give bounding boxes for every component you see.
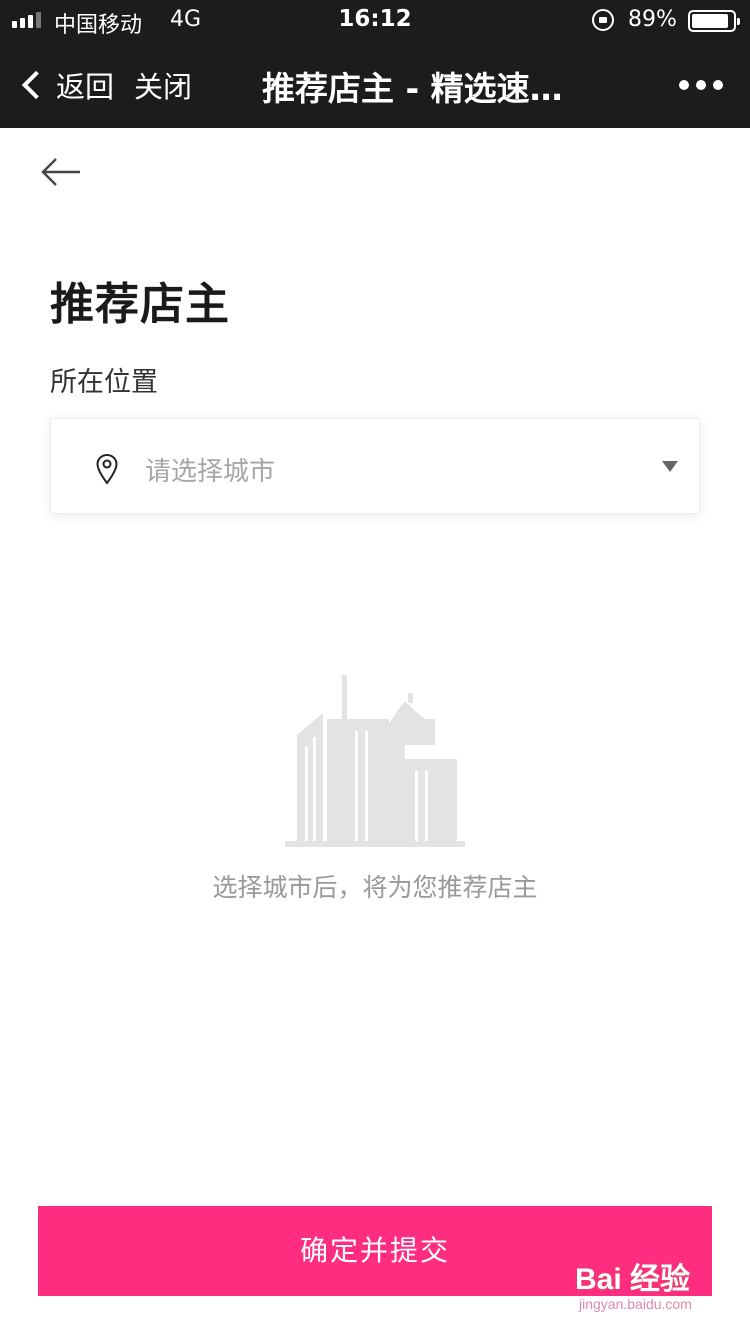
watermark-url: jingyan.baidu.com xyxy=(579,1296,692,1312)
baidu-jingyan-watermark: Bai 经验 jingyan.baidu.com xyxy=(575,1248,715,1318)
nav-bar: 返回 关闭 推荐店主 - 精选速… xyxy=(0,40,750,128)
city-buildings-icon xyxy=(285,675,465,847)
rotation-lock-icon xyxy=(592,9,614,31)
more-dot-icon xyxy=(679,80,689,90)
nav-title: 推荐店主 - 精选速… xyxy=(262,69,563,108)
more-dot-icon xyxy=(713,80,723,90)
location-label: 所在位置 xyxy=(50,367,158,398)
nav-close-button[interactable]: 关闭 xyxy=(134,64,192,106)
watermark-logo: Bai 经验 xyxy=(575,1263,691,1296)
status-bar: 中国移动 4G 16:12 89% xyxy=(0,0,750,40)
battery-fill xyxy=(692,14,728,28)
more-menu-button[interactable] xyxy=(679,80,723,90)
location-pin-icon xyxy=(96,453,118,485)
battery-icon xyxy=(688,10,740,32)
app-header: 中国移动 4G 16:12 89% 返回 关闭 推荐店主 - 精选速… xyxy=(0,0,750,128)
chevron-left-icon xyxy=(21,70,51,100)
city-select-placeholder: 请选择城市 xyxy=(145,457,276,487)
page-title: 推荐店主 xyxy=(50,279,230,330)
battery-percent: 89% xyxy=(628,7,677,32)
caret-down-icon xyxy=(662,461,678,472)
more-dot-icon xyxy=(696,80,706,90)
empty-state-hint: 选择城市后，将为您推荐店主 xyxy=(212,873,538,902)
nav-back-label: 返回 xyxy=(56,70,115,104)
nav-back-button[interactable]: 返回 xyxy=(20,64,114,106)
city-select[interactable]: 请选择城市 xyxy=(50,418,700,514)
back-arrow-icon[interactable] xyxy=(40,150,84,194)
